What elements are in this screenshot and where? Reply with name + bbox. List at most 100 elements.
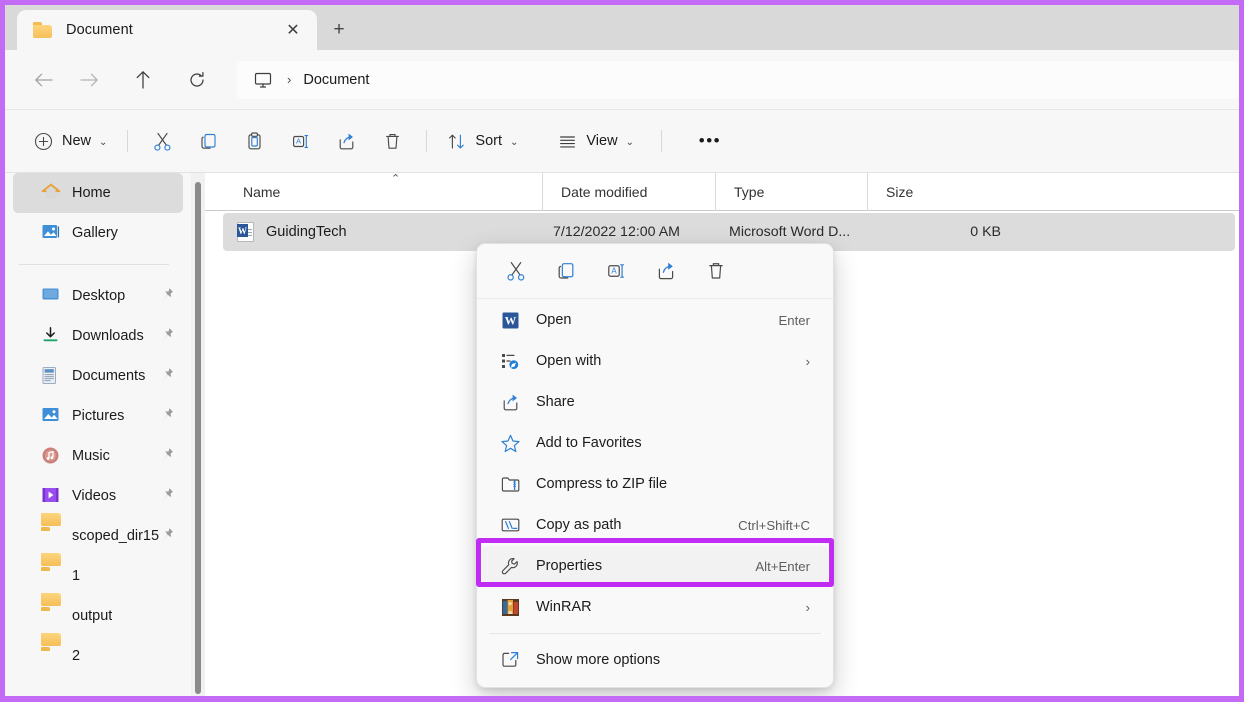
- address-bar[interactable]: › Document: [237, 61, 1239, 99]
- context-menu-icon-bar: A: [477, 244, 833, 299]
- view-list-icon: [558, 132, 577, 151]
- refresh-icon[interactable]: [179, 62, 215, 98]
- column-label: Name: [243, 184, 280, 200]
- view-button-label: View: [586, 133, 617, 149]
- arrow-right-icon[interactable]: [71, 62, 107, 98]
- home-icon: [41, 183, 61, 203]
- new-button[interactable]: New ⌄: [25, 123, 116, 159]
- breadcrumb-document[interactable]: Document: [303, 72, 369, 88]
- context-menu: A W Open Enter Open with ›: [476, 243, 834, 688]
- sidebar-item-music[interactable]: Music: [13, 436, 183, 476]
- sort-icon: [447, 132, 466, 151]
- sidebar-item-documents[interactable]: Documents: [13, 356, 183, 396]
- share-icon: [336, 131, 357, 152]
- pin-icon[interactable]: [160, 407, 174, 423]
- pin-icon[interactable]: [160, 287, 174, 303]
- tab-title: Document: [66, 22, 133, 38]
- view-button[interactable]: View ⌄: [549, 123, 643, 159]
- sidebar-item-label: scoped_dir15: [72, 528, 159, 544]
- sidebar-divider: [19, 264, 169, 265]
- context-menu-divider: [489, 633, 821, 634]
- sidebar-item-label: Desktop: [72, 288, 125, 304]
- file-date-modified: 7/12/2022 12:00 AM: [553, 224, 729, 240]
- file-name: GuidingTech: [266, 224, 347, 240]
- sidebar-scrollbar-thumb[interactable]: [195, 182, 201, 694]
- pin-icon[interactable]: [160, 327, 174, 343]
- svg-text:A: A: [611, 266, 617, 275]
- rename-button[interactable]: A: [279, 123, 321, 159]
- sidebar-item-label: Gallery: [72, 225, 118, 241]
- menu-item-add-to-favorites[interactable]: Add to Favorites: [482, 423, 828, 463]
- gallery-icon: [41, 223, 61, 243]
- menu-item-properties[interactable]: Properties Alt+Enter: [482, 546, 828, 586]
- menu-item-copy-as-path[interactable]: Copy as path Ctrl+Shift+C: [482, 505, 828, 545]
- sidebar-item-scoped-dir15[interactable]: scoped_dir15: [13, 516, 183, 556]
- tab-document[interactable]: Document ✕: [17, 10, 317, 50]
- menu-item-label: Properties: [536, 558, 602, 574]
- cut-button[interactable]: [141, 123, 183, 159]
- sidebar-item-desktop[interactable]: Desktop: [13, 276, 183, 316]
- star-icon: [499, 432, 521, 454]
- menu-item-label: Open with: [536, 353, 601, 369]
- sort-button[interactable]: Sort ⌄: [438, 123, 527, 159]
- sort-ascending-icon: ⌃: [391, 174, 400, 185]
- paste-button[interactable]: [233, 123, 275, 159]
- sidebar-item-label: output: [72, 608, 112, 624]
- sidebar-item-gallery[interactable]: Gallery: [13, 213, 183, 253]
- delete-icon[interactable]: [691, 252, 741, 290]
- sidebar-item-output[interactable]: output: [13, 596, 183, 636]
- menu-item-shortcut: Enter: [778, 313, 810, 328]
- menu-item-show-more-options[interactable]: Show more options: [482, 640, 828, 680]
- sort-button-label: Sort: [475, 133, 502, 149]
- sidebar-item-2[interactable]: 2: [13, 636, 183, 676]
- share-icon[interactable]: [641, 252, 691, 290]
- breadcrumb-separator-icon: ›: [287, 73, 291, 86]
- pin-icon[interactable]: [160, 447, 174, 463]
- cut-icon[interactable]: [491, 252, 541, 290]
- column-header-type[interactable]: Type: [716, 173, 868, 211]
- folder-icon: [41, 566, 61, 586]
- pin-icon[interactable]: [160, 487, 174, 503]
- open-with-icon: [499, 350, 521, 372]
- delete-button[interactable]: [371, 123, 413, 159]
- rename-icon[interactable]: A: [591, 252, 641, 290]
- clipboard-icon: [244, 131, 265, 152]
- pin-icon[interactable]: [160, 527, 174, 543]
- arrow-up-icon[interactable]: [125, 62, 161, 98]
- menu-item-winrar[interactable]: WinRAR ›: [482, 587, 828, 627]
- sidebar-item-videos[interactable]: Videos: [13, 476, 183, 516]
- sidebar-item-label: Music: [72, 448, 110, 464]
- column-header-date-modified[interactable]: Date modified: [543, 173, 716, 211]
- menu-item-compress-to-zip[interactable]: Compress to ZIP file: [482, 464, 828, 504]
- menu-item-open[interactable]: W Open Enter: [482, 300, 828, 340]
- share-button[interactable]: [325, 123, 367, 159]
- copy-icon: [198, 131, 219, 152]
- toolbar-divider-3: [661, 130, 662, 152]
- pin-icon[interactable]: [160, 367, 174, 383]
- sidebar-item-label: Documents: [72, 368, 145, 384]
- trash-icon: [382, 131, 403, 152]
- column-label: Size: [886, 184, 913, 200]
- arrow-left-icon[interactable]: [25, 62, 61, 98]
- chevron-right-icon: ›: [806, 354, 810, 369]
- copy-button[interactable]: [187, 123, 229, 159]
- menu-item-share[interactable]: Share: [482, 382, 828, 422]
- sidebar-item-pictures[interactable]: Pictures: [13, 396, 183, 436]
- new-tab-button[interactable]: +: [317, 10, 361, 50]
- sidebar-item-home[interactable]: Home: [13, 173, 183, 213]
- sidebar-item-downloads[interactable]: Downloads: [13, 316, 183, 356]
- copy-icon[interactable]: [541, 252, 591, 290]
- word-document-icon: W: [237, 222, 254, 242]
- more-options-button[interactable]: •••: [689, 123, 731, 159]
- column-header-name[interactable]: Name ⌃: [205, 173, 543, 211]
- menu-item-open-with[interactable]: Open with ›: [482, 341, 828, 381]
- folder-icon: [33, 22, 52, 38]
- menu-item-label: Add to Favorites: [536, 435, 642, 451]
- more-options-icon: [499, 649, 521, 671]
- menu-item-shortcut: Ctrl+Shift+C: [738, 518, 810, 533]
- column-header-size[interactable]: Size: [868, 173, 963, 211]
- chevron-down-icon: ⌄: [99, 137, 107, 148]
- sidebar-item-1[interactable]: 1: [13, 556, 183, 596]
- music-icon: [41, 446, 61, 466]
- close-icon[interactable]: ✕: [283, 21, 303, 41]
